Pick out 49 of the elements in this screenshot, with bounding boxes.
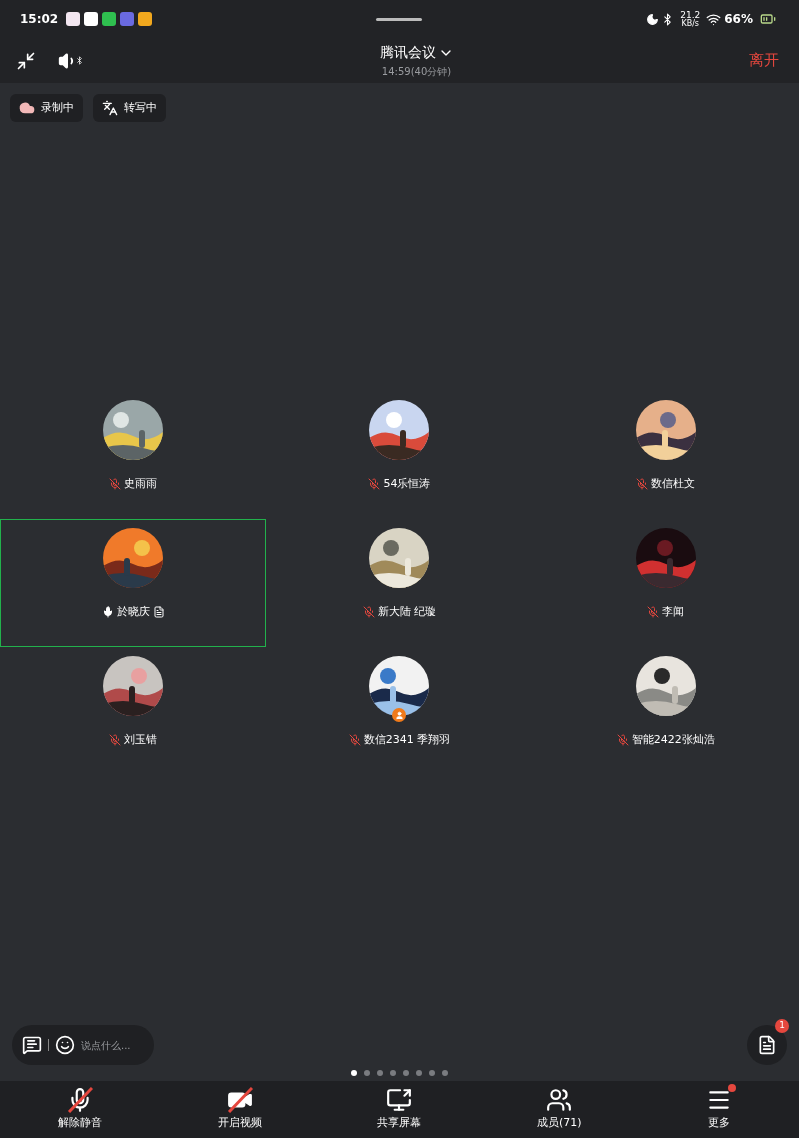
participant-name: 数信杜文: [651, 476, 696, 492]
app-icon: [120, 12, 135, 26]
participant-name: 智能2422张灿浩: [631, 732, 715, 748]
clock-time: 15:02: [20, 11, 59, 28]
wifi-icon: [706, 11, 722, 27]
chat-icon[interactable]: [22, 1035, 42, 1055]
app-icon: [84, 12, 99, 26]
participant-tile[interactable]: 李闻: [532, 519, 799, 647]
chat-placeholder[interactable]: 说点什么...: [81, 1037, 131, 1053]
bluetooth-icon: [75, 56, 84, 65]
meeting-title[interactable]: 腾讯会议: [379, 42, 454, 63]
speed-unit: KB/s: [681, 19, 700, 28]
participant-tile[interactable]: 54乐恒涛: [266, 391, 533, 519]
recording-chip[interactable]: 录制中: [10, 94, 83, 122]
participant-name: 刘玉错: [124, 732, 158, 748]
participant-name: 於晓庆: [116, 604, 150, 620]
participant-tile[interactable]: 新大陆 纪璇: [266, 519, 533, 647]
participant-tile[interactable]: 於晓庆: [0, 519, 267, 647]
participant-name: 李闻: [662, 604, 685, 620]
participant-name: 新大陆 纪璇: [377, 604, 437, 620]
translate-icon: [102, 100, 118, 116]
cloud-icon: [19, 100, 35, 116]
network-speed: 21.2: [680, 10, 701, 20]
toolbar-button[interactable]: 开启视频: [159, 1087, 320, 1132]
app-icon: [138, 12, 153, 26]
participant-name: 数信2341 季翔羽: [363, 732, 451, 748]
participant-tile[interactable]: 刘玉错: [0, 647, 267, 775]
chat-bar[interactable]: 说点什么...: [12, 1025, 154, 1065]
transcribing-chip[interactable]: 转写中: [93, 94, 166, 122]
moon-icon: [646, 12, 660, 26]
participant-name: 54乐恒涛: [383, 476, 431, 492]
toolbar-button[interactable]: 成员(71): [479, 1087, 640, 1132]
leave-button[interactable]: 离开: [749, 49, 785, 72]
meeting-duration: 14:59(40分钟): [381, 65, 452, 79]
app-icon: [102, 12, 117, 26]
notification-badge: 1: [775, 1019, 789, 1033]
app-icon: [66, 12, 81, 26]
toolbar-button[interactable]: 更多: [639, 1087, 799, 1132]
participant-tile[interactable]: 数信2341 季翔羽: [266, 647, 533, 775]
emoji-icon[interactable]: [55, 1035, 75, 1055]
toolbar-button[interactable]: 共享屏幕: [319, 1087, 480, 1132]
document-icon: [757, 1035, 777, 1055]
participant-tile[interactable]: 智能2422张灿浩: [532, 647, 799, 775]
participant-tile[interactable]: 史雨雨: [0, 391, 267, 519]
battery-percent: 66%: [724, 11, 753, 28]
drag-handle[interactable]: [376, 17, 423, 21]
toolbar-button[interactable]: 解除静音: [0, 1087, 160, 1132]
participant-tile[interactable]: 数信杜文: [532, 391, 799, 519]
participant-name: 史雨雨: [124, 476, 158, 492]
